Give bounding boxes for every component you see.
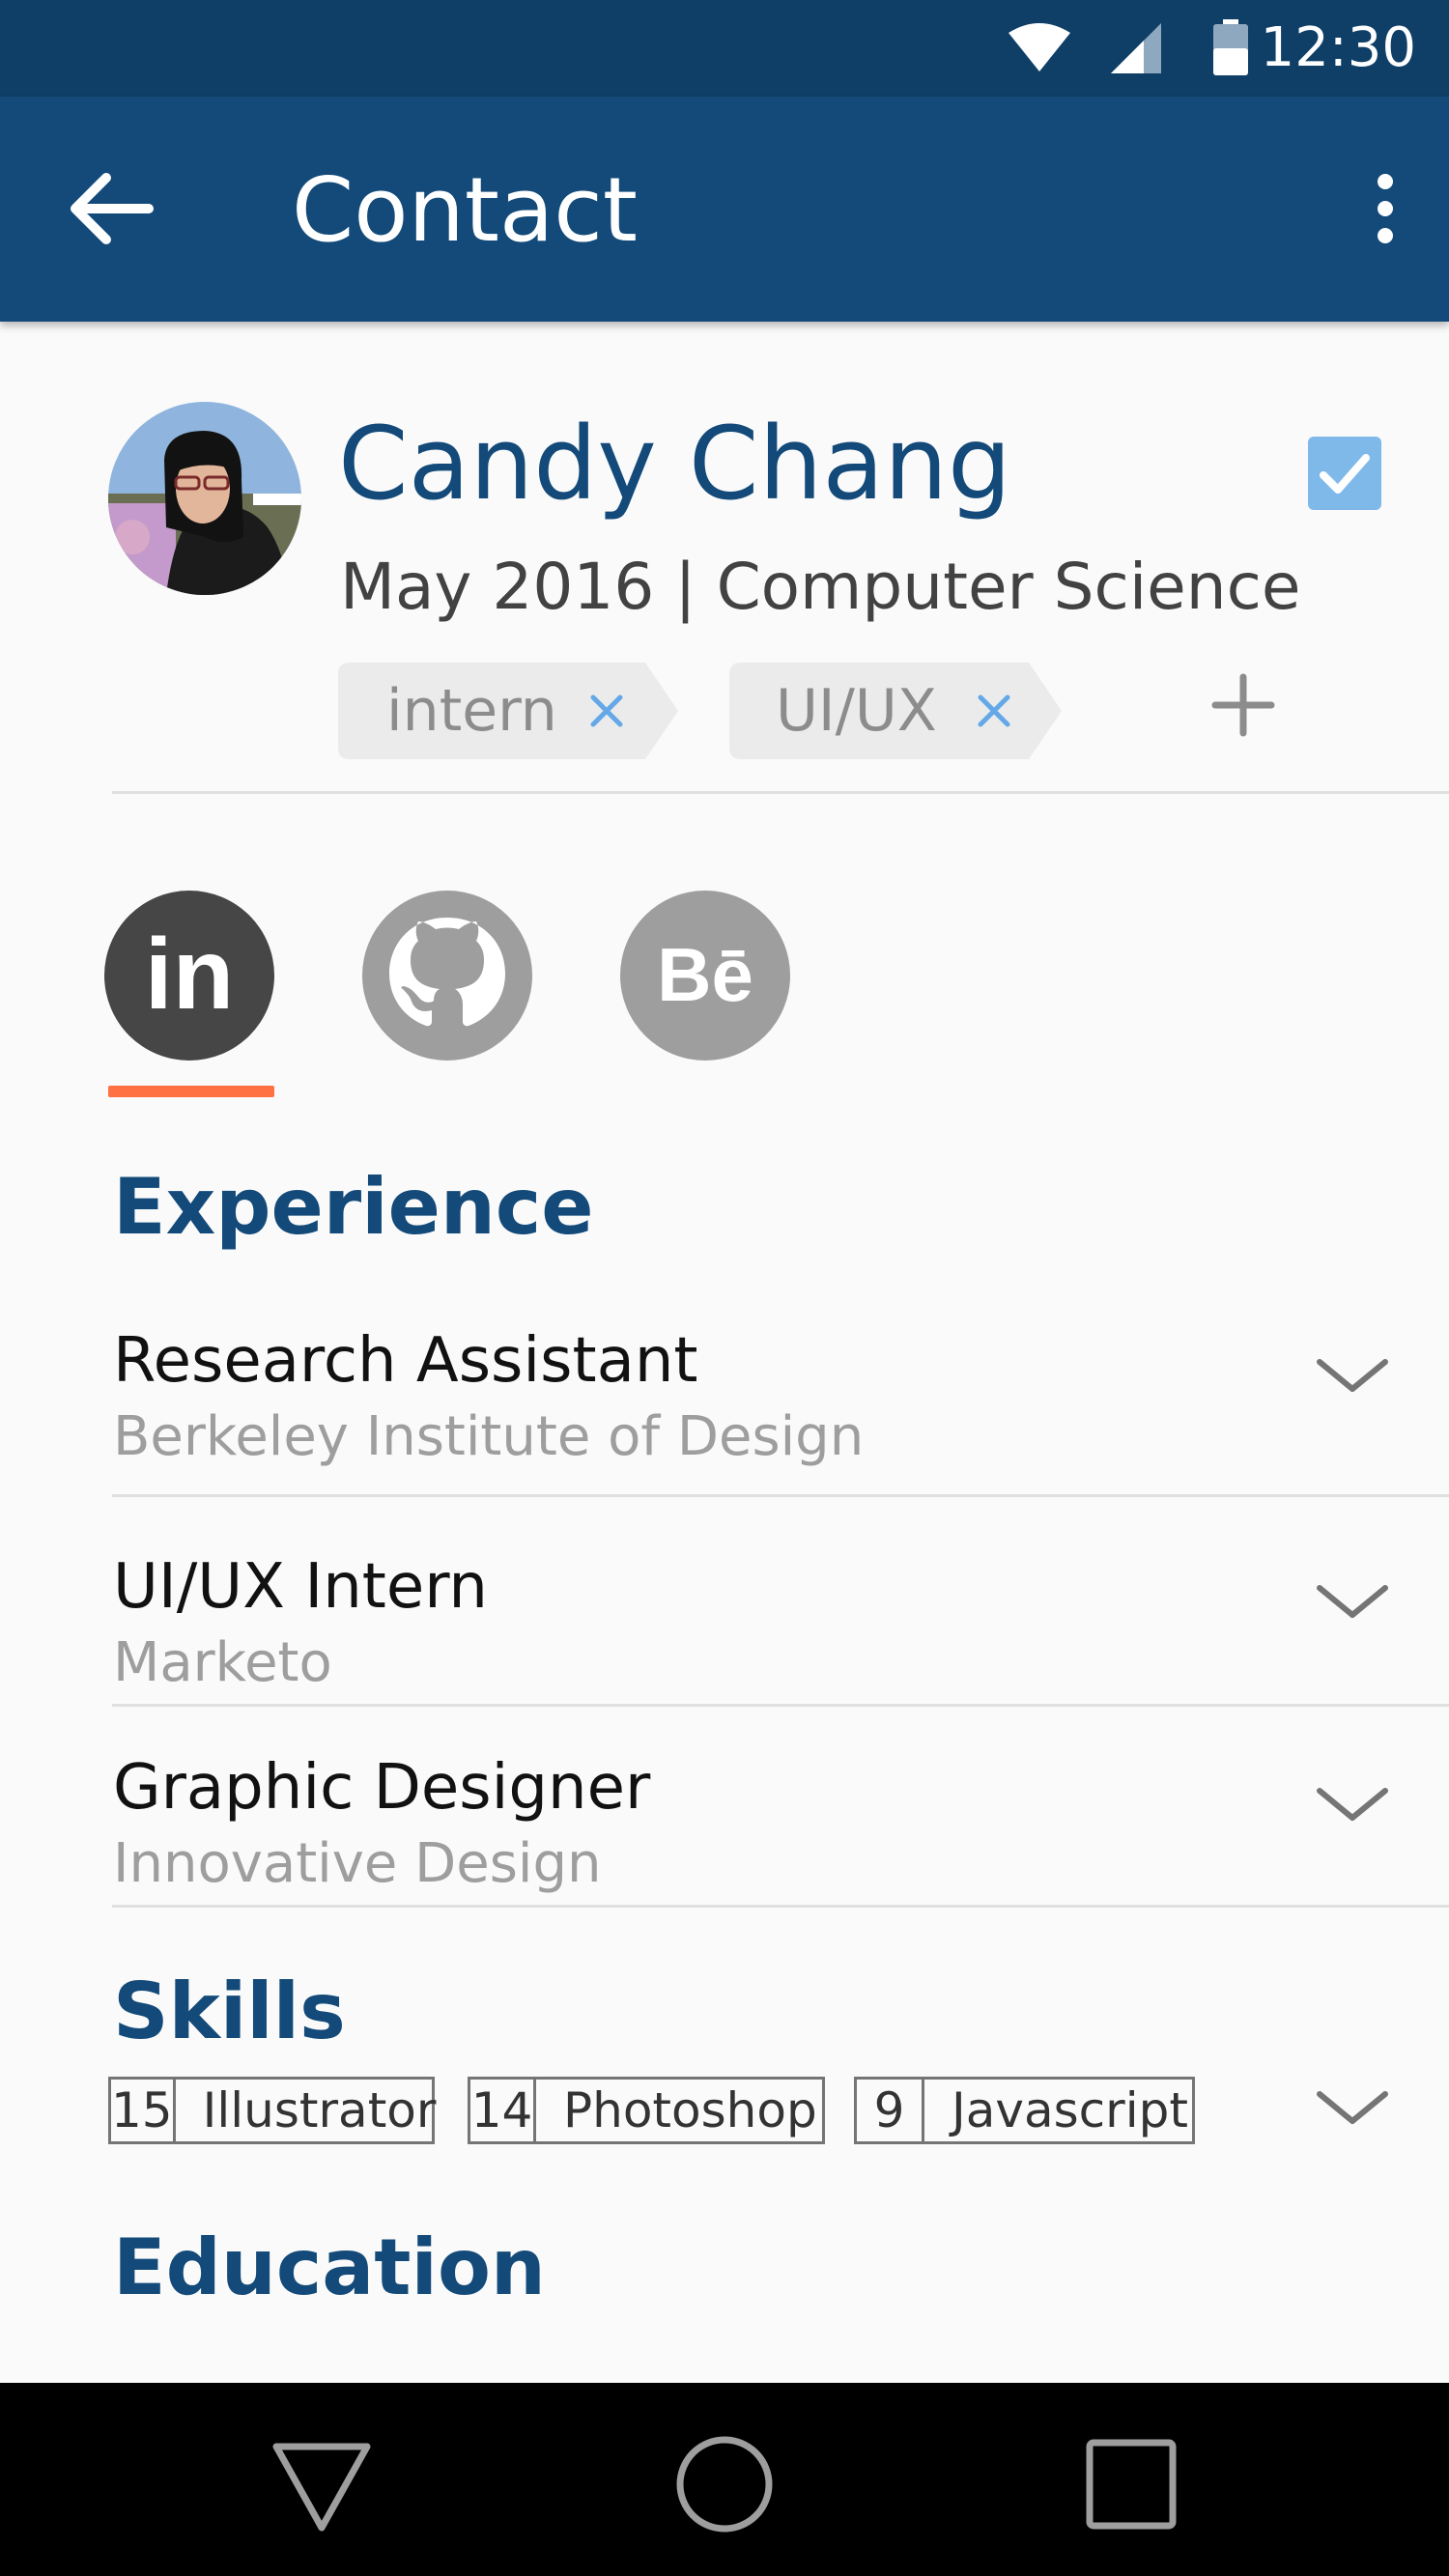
experience-heading: Experience xyxy=(113,1162,594,1252)
tag-label: UI/UX xyxy=(776,677,937,745)
skill-name: Illustrator xyxy=(202,2082,437,2138)
skill-chip[interactable]: 15 Illustrator xyxy=(108,2077,437,2144)
experience-title: Research Assistant xyxy=(113,1325,698,1397)
experience-title: Graphic Designer xyxy=(113,1752,651,1824)
wifi-icon xyxy=(1009,23,1070,71)
contact-name: Candy Chang xyxy=(338,405,1012,523)
divider xyxy=(112,1704,1449,1707)
avatar xyxy=(108,402,301,595)
tag-chip-uiux[interactable]: UI/UX xyxy=(729,663,1062,759)
recents-square-icon[interactable] xyxy=(1078,2431,1184,2537)
behance-button[interactable]: Bē xyxy=(620,891,790,1061)
skill-chip[interactable]: 14 Photoshop xyxy=(468,2077,825,2144)
app-bar: Contact xyxy=(0,97,1449,322)
github-button[interactable] xyxy=(362,891,532,1061)
close-icon[interactable] xyxy=(587,692,626,730)
divider xyxy=(112,1494,1449,1497)
github-icon xyxy=(389,918,505,1027)
linkedin-glyph: in xyxy=(145,919,234,1031)
plus-icon[interactable] xyxy=(1209,671,1277,739)
contact-subtitle: May 2016 | Computer Science xyxy=(340,550,1301,624)
skill-chip[interactable]: 9 Javascript xyxy=(854,2077,1195,2144)
experience-org: Berkeley Institute of Design xyxy=(113,1405,865,1468)
experience-org: Marketo xyxy=(113,1631,332,1694)
close-icon[interactable] xyxy=(975,692,1013,730)
skill-name: Photoshop xyxy=(563,2082,817,2138)
page-title: Contact xyxy=(292,158,638,262)
linkedin-icon: in xyxy=(145,919,234,1031)
divider xyxy=(112,791,1449,794)
cell-signal-icon xyxy=(1111,23,1161,73)
skills-heading: Skills xyxy=(113,1967,346,2056)
linkedin-button[interactable]: in xyxy=(104,891,274,1061)
experience-title: UI/UX Intern xyxy=(113,1551,488,1623)
chevron-down-icon[interactable] xyxy=(1314,1783,1391,1826)
skill-count: 9 xyxy=(857,2080,924,2141)
back-triangle-icon[interactable] xyxy=(269,2431,375,2537)
checkmark-icon xyxy=(1320,454,1370,494)
education-heading: Education xyxy=(113,2222,546,2312)
active-tab-indicator xyxy=(108,1086,274,1097)
divider xyxy=(112,1905,1449,1908)
select-checkbox[interactable] xyxy=(1308,437,1381,510)
behance-icon: Bē xyxy=(657,932,753,1017)
battery-icon xyxy=(1213,19,1248,75)
behance-glyph: Bē xyxy=(657,932,753,1017)
chevron-down-icon[interactable] xyxy=(1314,1580,1391,1623)
skill-name: Javascript xyxy=(952,2082,1188,2138)
tag-chip-intern[interactable]: intern xyxy=(338,663,678,759)
home-circle-icon[interactable] xyxy=(671,2431,778,2537)
chevron-down-icon[interactable] xyxy=(1314,1354,1391,1397)
tag-label: intern xyxy=(386,677,557,745)
skill-count: 15 xyxy=(111,2080,176,2141)
system-nav-bar xyxy=(0,2383,1449,2576)
skill-count: 14 xyxy=(470,2080,536,2141)
arrow-left-icon[interactable] xyxy=(68,170,155,247)
status-time: 12:30 xyxy=(1260,16,1416,79)
status-bar: 12:30 xyxy=(0,0,1449,97)
more-vert-icon[interactable] xyxy=(1356,170,1414,247)
chevron-down-icon[interactable] xyxy=(1314,2086,1391,2129)
experience-org: Innovative Design xyxy=(113,1832,602,1895)
